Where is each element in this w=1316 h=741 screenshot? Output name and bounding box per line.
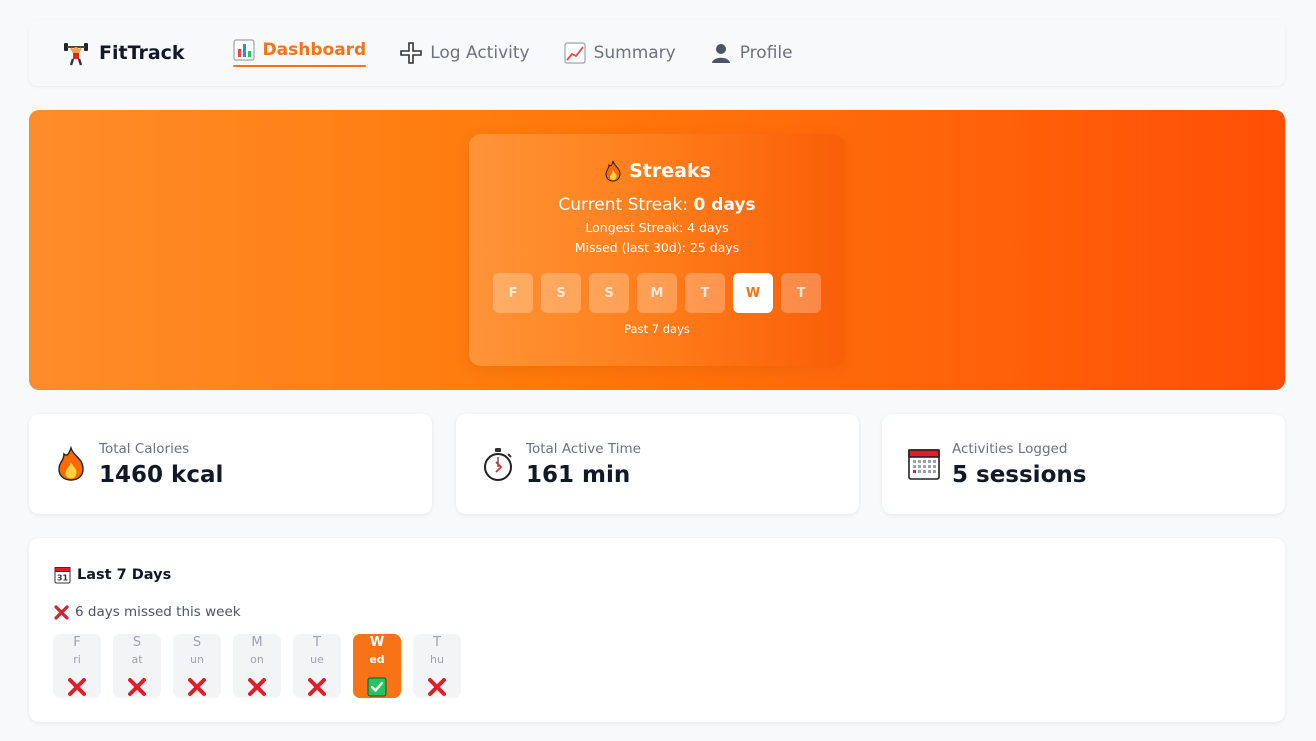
week-day-tile: S un <box>173 634 221 698</box>
nav-profile[interactable]: Profile <box>710 28 793 78</box>
nav-summary-label: Summary <box>593 43 676 63</box>
last-7-days-title: 31 Last 7 Days <box>54 566 171 584</box>
last-7-days-card: 31 Last 7 Days 6 days missed this week F… <box>29 538 1285 722</box>
stat-label: Total Active Time <box>526 440 641 457</box>
stopwatch-icon <box>484 448 512 481</box>
brand[interactable]: FitTrack <box>63 40 185 66</box>
cross-mark-icon <box>248 678 266 696</box>
week-day-letter: M <box>251 635 263 650</box>
cross-mark-icon <box>308 678 326 696</box>
fire-icon <box>58 446 84 481</box>
stat-card-active-time: Total Active Time 161 min <box>456 414 859 514</box>
current-streak-value: 0 days <box>693 195 756 215</box>
calendar-icon <box>908 449 940 480</box>
week-day-suffix: ue <box>310 653 324 666</box>
nav-log-activity[interactable]: Log Activity <box>400 28 530 78</box>
line-chart-icon <box>563 42 586 64</box>
week-day-tile: T hu <box>413 634 461 698</box>
stat-label: Total Calories <box>99 440 190 457</box>
week-day-tile: T ue <box>293 634 341 698</box>
bar-chart-icon <box>232 39 255 61</box>
missed-summary-text: 6 days missed this week <box>75 604 241 620</box>
week-day-letter: W <box>369 635 385 650</box>
week-day-suffix: ed <box>369 653 385 666</box>
streak-title-text: Streaks <box>629 160 711 182</box>
week-day-tile: F ri <box>53 634 101 698</box>
streak-day-row: F S S M T W T <box>469 273 845 313</box>
missed-summary: 6 days missed this week <box>54 604 241 620</box>
week-day-letter: S <box>192 635 202 650</box>
stat-value: 1460 kcal <box>99 461 224 488</box>
stat-value: 161 min <box>526 461 631 488</box>
streak-title: Streaks <box>469 160 845 182</box>
week-day-suffix: ri <box>73 653 81 666</box>
streak-day: F <box>493 273 533 313</box>
week-day-letter: T <box>433 635 441 650</box>
stat-card-activities: Activities Logged 5 sessions <box>882 414 1285 514</box>
cross-mark-icon <box>128 678 146 696</box>
week-day-suffix: hu <box>430 653 444 666</box>
streak-day-active: W <box>733 273 773 313</box>
svg-text:31: 31 <box>57 574 69 583</box>
stat-card-calories: Total Calories 1460 kcal <box>29 414 432 514</box>
streak-day: T <box>781 273 821 313</box>
plus-icon <box>400 42 423 64</box>
check-mark-icon <box>367 677 387 697</box>
nav-dashboard[interactable]: Dashboard <box>232 25 367 75</box>
current-streak: Current Streak: 0 days <box>469 195 845 215</box>
cross-mark-icon <box>428 678 446 696</box>
streak-day: M <box>637 273 677 313</box>
dashboard-page: FitTrack Dashboard Log Activity Summary <box>0 0 1316 741</box>
top-navbar: FitTrack Dashboard Log Activity Summary <box>29 20 1285 86</box>
cross-mark-icon <box>54 604 69 620</box>
app-name: FitTrack <box>99 42 185 64</box>
stat-label: Activities Logged <box>952 440 1068 457</box>
last-7-days-title-text: Last 7 Days <box>77 567 172 583</box>
week-day-letter: S <box>132 635 142 650</box>
stat-text: Total Active Time 161 min <box>526 441 641 488</box>
weightlifter-icon <box>64 43 88 66</box>
week-day-suffix: at <box>131 653 143 666</box>
streak-card: Streaks Current Streak: 0 days Longest S… <box>469 134 845 366</box>
nav-profile-label: Profile <box>739 43 793 63</box>
longest-streak: Longest Streak: 4 days <box>585 220 729 235</box>
week-day-suffix: on <box>250 653 264 666</box>
fire-icon <box>605 160 621 182</box>
stat-value: 5 sessions <box>952 461 1087 488</box>
streak-day: S <box>541 273 581 313</box>
streak-caption: Past 7 days <box>624 322 690 336</box>
streak-day: S <box>589 273 629 313</box>
week-day-tile-active: W ed <box>353 634 401 698</box>
nav-log-activity-label: Log Activity <box>430 43 530 63</box>
calendar-icon: 31 <box>54 567 71 584</box>
nav-dashboard-label: Dashboard <box>262 40 367 60</box>
missed-streak: Missed (last 30d): 25 days <box>574 240 740 255</box>
week-day-grid: F ri S at S un M on T ue W ed T hu <box>53 634 461 698</box>
nav-summary[interactable]: Summary <box>563 28 676 78</box>
week-day-tile: M on <box>233 634 281 698</box>
cross-mark-icon <box>68 678 86 696</box>
streak-hero-banner: Streaks Current Streak: 0 days Longest S… <box>29 110 1285 390</box>
cross-mark-icon <box>188 678 206 696</box>
current-streak-label: Current Streak: <box>558 195 689 215</box>
streak-day: T <box>685 273 725 313</box>
week-day-tile: S at <box>113 634 161 698</box>
week-day-suffix: un <box>190 653 204 666</box>
stat-text: Total Calories 1460 kcal <box>99 441 223 488</box>
stat-text: Activities Logged 5 sessions <box>952 441 1086 488</box>
week-day-letter: F <box>73 635 81 650</box>
person-icon <box>711 44 730 63</box>
week-day-letter: T <box>313 635 321 650</box>
